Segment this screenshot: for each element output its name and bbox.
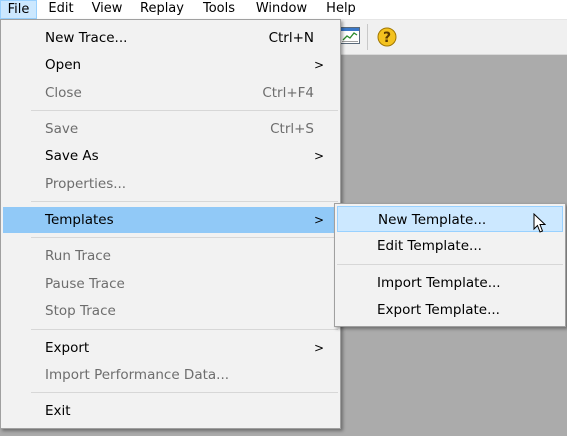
menu-item-label: Properties... [45,176,127,192]
menu-item-label: Save As [45,148,99,164]
chart-icon[interactable] [340,27,360,44]
chevron-right-icon: > [313,213,324,227]
menu-item-label: Open [45,57,82,73]
menu-edit[interactable]: Edit [40,0,82,19]
menu-item-edit-template[interactable]: Edit Template... [337,233,563,259]
menu-separator [31,237,338,238]
menu-item-new-template[interactable]: New Template... [337,206,563,232]
menu-item-label: Import Template... [377,275,501,291]
menu-item-properties[interactable]: Properties... [3,171,338,197]
menu-item-templates[interactable]: Templates > [3,207,338,233]
menu-item-label: Pause Trace [45,276,125,292]
menu-item-export-template[interactable]: Export Template... [337,297,563,323]
chevron-right-icon: > [313,149,324,163]
menu-item-new-trace[interactable]: New Trace... Ctrl+N [3,25,338,51]
menu-file[interactable]: File [0,0,37,19]
menu-item-label: Edit Template... [377,238,482,254]
file-menu: New Trace... Ctrl+N Open > Close Ctrl+F4… [0,19,341,429]
menu-item-stop-trace[interactable]: Stop Trace [3,298,338,324]
menu-item-label: New Trace... [45,30,128,46]
menu-item-open[interactable]: Open > [3,52,338,78]
menu-item-save[interactable]: Save Ctrl+S [3,116,338,142]
shortcut-label: Ctrl+F4 [262,85,314,101]
menu-item-label: New Template... [378,212,487,228]
menu-item-label: Run Trace [45,248,111,264]
chevron-right-icon: > [313,341,324,355]
menu-item-label: Templates [45,212,114,228]
menu-replay[interactable]: Replay [132,0,192,19]
menu-bar: File Edit View Replay Tools Window Help [0,0,567,20]
shortcut-label: Ctrl+S [270,121,314,137]
menu-item-import-performance-data[interactable]: Import Performance Data... [3,362,338,388]
menu-separator [31,329,338,330]
menu-tools[interactable]: Tools [193,0,245,19]
menu-item-pause-trace[interactable]: Pause Trace [3,271,338,297]
menu-item-close[interactable]: Close Ctrl+F4 [3,80,338,106]
menu-item-label: Import Performance Data... [45,367,230,383]
menu-item-run-trace[interactable]: Run Trace [3,243,338,269]
menu-item-import-template[interactable]: Import Template... [337,270,563,296]
chevron-right-icon: > [313,58,324,72]
menu-separator [31,392,338,393]
mouse-cursor-icon [533,213,546,233]
menu-separator [31,110,338,111]
menu-item-label: Stop Trace [45,303,116,319]
menu-window[interactable]: Window [246,0,317,19]
templates-submenu: New Template... Edit Template... Import … [334,203,566,327]
menu-item-label: Export [45,340,90,356]
menu-item-label: Export Template... [377,302,500,318]
menu-separator [337,264,563,265]
menu-item-label: Save [45,121,79,137]
menu-view[interactable]: View [83,0,131,19]
menu-help[interactable]: Help [318,0,364,19]
menu-item-label: Close [45,85,82,101]
menu-separator [31,201,338,202]
help-icon[interactable]: ? [376,26,398,48]
menu-item-exit[interactable]: Exit [3,398,338,424]
menu-item-save-as[interactable]: Save As > [3,143,338,169]
toolbar-separator [367,24,368,50]
svg-text:?: ? [383,30,391,46]
menu-item-label: Exit [45,403,71,419]
shortcut-label: Ctrl+N [268,30,314,46]
menu-item-export[interactable]: Export > [3,335,338,361]
